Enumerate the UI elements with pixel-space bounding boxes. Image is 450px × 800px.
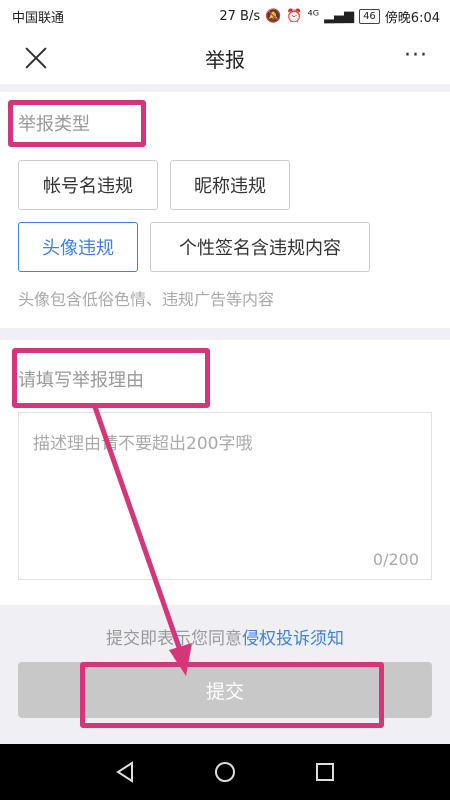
char-counter: 0/200: [372, 550, 419, 569]
status-time: 傍晚6:04: [384, 11, 440, 26]
complaint-policy-link[interactable]: 侵权投诉须知: [242, 629, 344, 649]
status-bar: 中国联通 27 B/s 🔕 ⏰ ⁴ᴳ ▂▄▆ 46 傍晚6:04: [0, 0, 450, 32]
option-account-name[interactable]: 帐号名违规: [18, 160, 158, 210]
submit-button[interactable]: 提交: [18, 662, 432, 718]
network-speed: 27 B/s: [219, 9, 261, 24]
battery-level: 46: [359, 9, 380, 24]
option-avatar[interactable]: 头像违规: [18, 222, 138, 272]
network-type: ⁴ᴳ: [307, 9, 320, 24]
page-title: 举报: [205, 48, 245, 72]
notice-text: 提交即表示您同意: [106, 629, 242, 649]
home-icon[interactable]: [214, 761, 236, 783]
system-nav-bar: [0, 744, 450, 800]
nav-bar: 举报 ···: [0, 32, 450, 84]
option-nickname[interactable]: 昵称违规: [170, 160, 290, 210]
option-hint: 头像包含低俗色情、违规广告等内容: [18, 290, 275, 309]
report-type-title: 举报类型: [18, 114, 90, 135]
carrier-name: 中国联通: [12, 11, 65, 26]
signal-icon: ▂▄▆: [324, 9, 355, 24]
mute-icon: 🔕: [265, 9, 282, 24]
recents-icon[interactable]: [314, 761, 336, 783]
option-signature[interactable]: 个性签名含违规内容: [150, 222, 370, 272]
report-type-section: 举报类型 帐号名违规 昵称违规 头像违规 个性签名含违规内容 头像包含低俗色情、…: [0, 92, 450, 328]
agreement-notice: 提交即表示您同意侵权投诉须知: [0, 624, 450, 649]
reason-section: 请填写举报理由 描述理由请不要超出200字哦 0/200: [0, 340, 450, 605]
alarm-icon: ⏰: [286, 9, 303, 24]
reason-textarea[interactable]: 描述理由请不要超出200字哦 0/200: [18, 412, 432, 580]
reason-title: 请填写举报理由: [18, 370, 144, 391]
back-icon[interactable]: [114, 761, 136, 783]
reason-placeholder: 描述理由请不要超出200字哦: [33, 434, 253, 454]
more-options-icon[interactable]: ···: [404, 43, 428, 68]
status-icons: 27 B/s 🔕 ⏰ ⁴ᴳ ▂▄▆ 46 傍晚6:04: [219, 7, 440, 26]
